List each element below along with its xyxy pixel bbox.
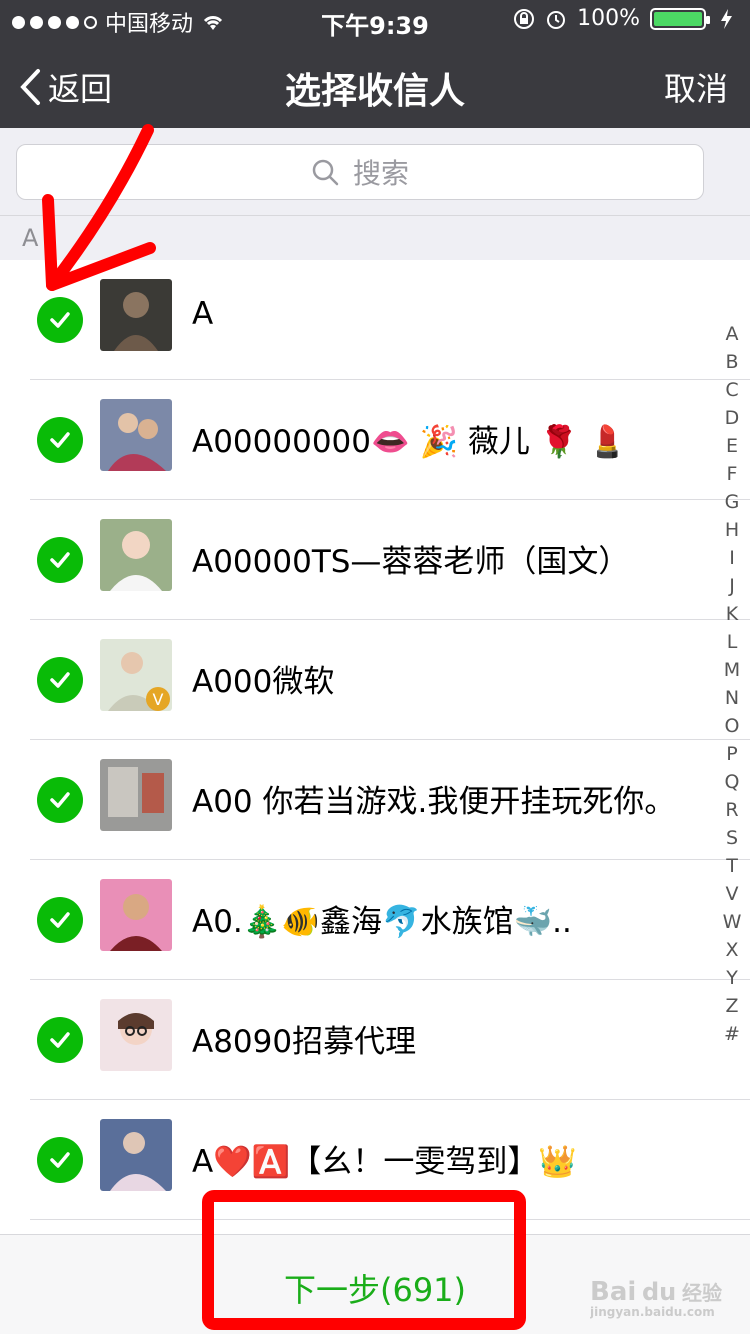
index-letter[interactable]: R	[725, 796, 738, 824]
contact-name: A00 你若当游戏.我便开挂玩死你。	[192, 784, 676, 820]
svg-text:经验: 经验	[682, 1281, 722, 1305]
index-letter[interactable]: L	[727, 628, 738, 656]
contact-name: A	[192, 296, 214, 332]
contact-row[interactable]: A8090招募代理	[0, 980, 750, 1100]
battery-percent: 100%	[577, 6, 640, 31]
search-placeholder: 搜索	[352, 157, 409, 190]
checkbox-checked-icon[interactable]	[37, 537, 83, 583]
index-letter[interactable]: M	[724, 656, 740, 684]
index-letter[interactable]: W	[723, 908, 742, 936]
avatar	[100, 879, 172, 951]
index-letter[interactable]: Q	[725, 768, 740, 796]
index-letter[interactable]: D	[725, 404, 740, 432]
index-letter[interactable]: Z	[725, 992, 738, 1020]
avatar	[100, 999, 172, 1071]
contact-name: A00000TS—蓉蓉老师（国文）	[192, 544, 630, 580]
index-letter[interactable]: O	[725, 712, 740, 740]
index-letter[interactable]: X	[725, 936, 738, 964]
annotation-arrow-icon	[42, 124, 156, 291]
index-letter[interactable]: B	[725, 348, 738, 376]
battery-icon	[650, 7, 710, 30]
checkbox-checked-icon[interactable]	[37, 657, 83, 703]
index-letter[interactable]: I	[729, 544, 735, 572]
svg-text:Bai: Bai	[590, 1277, 636, 1307]
index-letter[interactable]: #	[724, 1020, 740, 1048]
avatar	[100, 399, 172, 471]
svg-text:jingyan.baidu.com: jingyan.baidu.com	[590, 1305, 715, 1319]
avatar: V	[100, 639, 172, 711]
index-letter[interactable]: S	[726, 824, 738, 852]
contact-name: A0.🎄🐠鑫海🐬水族馆🐳..	[192, 904, 572, 940]
avatar	[100, 519, 172, 591]
page-title: 选择收信人	[284, 71, 465, 112]
cancel-button[interactable]: 取消	[664, 64, 728, 110]
index-letter[interactable]: F	[727, 460, 738, 488]
contact-name: A00000000👄 🎉 薇儿 🌹 💄	[192, 424, 627, 460]
contact-name: A000微软	[192, 664, 335, 700]
avatar	[100, 1119, 172, 1191]
index-letter[interactable]: C	[725, 376, 738, 404]
index-letter[interactable]: A	[726, 320, 739, 348]
contact-name: A8090招募代理	[192, 1024, 417, 1060]
index-letter[interactable]: Y	[726, 964, 738, 992]
index-letter[interactable]: H	[725, 516, 739, 544]
avatar	[100, 759, 172, 831]
top-bar: 中国移动 下午9:39 100% 返回 选择收信人 取消	[0, 0, 750, 128]
alphabet-index[interactable]: A B C D E F G H I J K L M N O P Q R S T V W X Y Z #	[722, 320, 742, 1048]
checkbox-checked-icon[interactable]	[37, 417, 83, 463]
index-letter[interactable]: N	[725, 684, 739, 712]
status-bar: 中国移动 下午9:39 100%	[0, 0, 750, 40]
index-letter[interactable]: J	[729, 572, 735, 600]
checkbox-checked-icon[interactable]	[37, 1137, 83, 1183]
annotation-highlight-box	[202, 1190, 526, 1330]
index-letter[interactable]: K	[726, 600, 738, 628]
contact-list[interactable]: A A00000000👄 🎉 薇儿 🌹 💄 A00000TS—蓉蓉老师（国文） …	[0, 260, 750, 1234]
contact-row[interactable]: V A000微软	[0, 620, 750, 740]
contact-row[interactable]: A00000TS—蓉蓉老师（国文）	[0, 500, 750, 620]
index-letter[interactable]: T	[726, 852, 738, 880]
contact-row[interactable]: A00000000👄 🎉 薇儿 🌹 💄	[0, 380, 750, 500]
svg-text:V: V	[153, 690, 164, 709]
index-letter[interactable]: P	[726, 740, 737, 768]
svg-text:du: du	[642, 1278, 676, 1306]
index-letter[interactable]: E	[726, 432, 738, 460]
search-icon	[312, 159, 339, 186]
contact-name: A❤️🅰️【幺！一雯驾到】👑	[192, 1144, 578, 1180]
checkbox-checked-icon[interactable]	[37, 897, 83, 943]
contact-row[interactable]: A00 你若当游戏.我便开挂玩死你。	[0, 740, 750, 860]
navigation-bar: 返回 选择收信人 取消	[0, 40, 750, 128]
checkbox-checked-icon[interactable]	[37, 297, 83, 343]
checkbox-checked-icon[interactable]	[37, 1017, 83, 1063]
index-letter[interactable]: G	[725, 488, 740, 516]
alarm-icon	[547, 10, 566, 29]
contact-row[interactable]: A0.🎄🐠鑫海🐬水族馆🐳..	[0, 860, 750, 980]
index-letter[interactable]: V	[726, 880, 739, 908]
charging-icon	[721, 8, 732, 29]
rotation-lock-icon	[514, 8, 535, 29]
checkbox-checked-icon[interactable]	[37, 777, 83, 823]
baidu-jingyan-watermark: Bai du 经验 jingyan.baidu.com	[590, 1277, 722, 1319]
